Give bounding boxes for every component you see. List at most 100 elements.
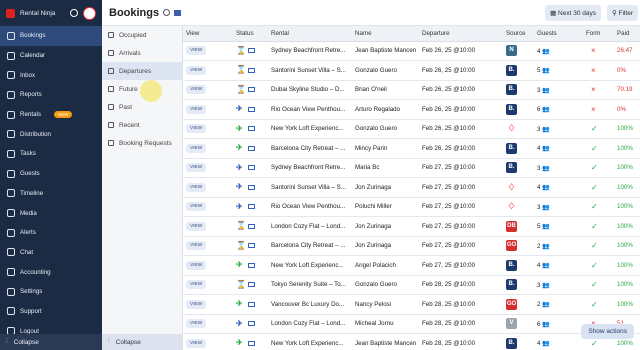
- subnav-item-departures[interactable]: Departures: [102, 62, 182, 80]
- view-button[interactable]: VIEW: [186, 260, 207, 270]
- table-row[interactable]: VIEW ✈ Vancouver Bc Luxury Do... Nancy Pelo…: [183, 294, 640, 315]
- view-button[interactable]: VIEW: [186, 85, 207, 95]
- sidebar-item-accounting[interactable]: Accounting: [0, 262, 102, 282]
- sidebar-item-guests[interactable]: Guests: [0, 164, 102, 184]
- table-row[interactable]: VIEW ✈ Rio Ocean View Penthou... Poluchi Mi…: [183, 197, 640, 217]
- subnav-item-booking-requests[interactable]: Booking Requests: [102, 134, 182, 152]
- status-cell: ⌛: [233, 60, 268, 81]
- mail-icon[interactable]: [248, 301, 255, 307]
- mail-icon[interactable]: [248, 67, 255, 73]
- table-row[interactable]: VIEW ✈ Rio Ocean View Penthou... Arturo Reg…: [183, 99, 640, 120]
- view-button[interactable]: VIEW: [186, 299, 207, 309]
- subnav-item-arrivals[interactable]: Arrivals: [102, 44, 182, 62]
- mail-icon[interactable]: [248, 184, 255, 190]
- view-button[interactable]: VIEW: [186, 202, 207, 212]
- mail-icon[interactable]: [248, 321, 255, 327]
- mail-icon[interactable]: [248, 126, 255, 132]
- sidebar-item-calendar[interactable]: Calendar: [0, 46, 102, 66]
- mail-icon[interactable]: [248, 223, 255, 229]
- view-cell: VIEW: [183, 80, 233, 100]
- avatar[interactable]: [83, 6, 96, 20]
- subnav-collapse-button[interactable]: ⫶ Collapse: [102, 334, 182, 350]
- mail-icon[interactable]: [248, 106, 255, 112]
- table-row[interactable]: VIEW ✈ London Cozy Flat – Lond... Micheal J…: [183, 314, 640, 334]
- show-actions-button[interactable]: Show actions: [581, 324, 634, 339]
- mail-icon[interactable]: [248, 145, 255, 151]
- view-button[interactable]: VIEW: [186, 124, 207, 134]
- status-icons: ✈: [236, 105, 255, 113]
- column-header[interactable]: View: [183, 26, 233, 42]
- sidebar-item-distribution[interactable]: Distribution: [0, 124, 102, 144]
- source-cell: ♢: [503, 119, 534, 139]
- subnav-item-recent[interactable]: Recent: [102, 116, 182, 134]
- sidebar-item-tasks[interactable]: Tasks: [0, 144, 102, 164]
- table-row[interactable]: VIEW ⌛ Santorini Sunset Villa – S... Gonzal…: [183, 60, 640, 81]
- subnav-item-occupied[interactable]: Occupied: [102, 26, 182, 44]
- sidebar-item-rentals[interactable]: Rentals NEW: [0, 105, 102, 125]
- date-range-button[interactable]: ▦ Next 30 days: [545, 4, 601, 21]
- date-range-label: Next 30 days: [558, 9, 596, 17]
- mail-icon[interactable]: [248, 243, 255, 249]
- mail-icon[interactable]: [248, 87, 255, 93]
- table-row[interactable]: VIEW ⌛ Tokyo Serenity Suite – To... Gonzalo…: [183, 275, 640, 295]
- book-icon[interactable]: [174, 9, 182, 16]
- view-button[interactable]: VIEW: [186, 46, 207, 56]
- table-row[interactable]: VIEW ⌛ Barcelona City Retreat – ... Jon Zur…: [183, 236, 640, 256]
- subnav-item-past[interactable]: Past: [102, 98, 182, 116]
- view-button[interactable]: VIEW: [186, 241, 207, 251]
- source-logo: B.: [506, 259, 517, 271]
- table-row[interactable]: VIEW ⌛ Sydney Beachfront Retre... Jean Bapt…: [183, 41, 640, 61]
- column-header[interactable]: Status: [233, 26, 268, 42]
- sidebar-item-support[interactable]: Support: [0, 302, 102, 322]
- source-cell: B.: [503, 333, 534, 350]
- view-button[interactable]: VIEW: [186, 143, 207, 153]
- sidebar-item-alerts[interactable]: Alerts: [0, 223, 102, 243]
- guests-icon: 👥: [540, 47, 550, 55]
- column-header[interactable]: Paid: [614, 26, 640, 42]
- departure-cell: Feb 28, 25 @10:00: [419, 333, 503, 350]
- mail-icon[interactable]: [248, 262, 255, 268]
- view-button[interactable]: VIEW: [186, 221, 207, 231]
- sidebar-item-reports[interactable]: Reports: [0, 85, 102, 105]
- guests-cell: 2 👥: [534, 294, 583, 315]
- mail-icon[interactable]: [248, 282, 255, 288]
- view-button[interactable]: VIEW: [186, 182, 207, 192]
- column-header[interactable]: Form: [583, 26, 614, 42]
- sidebar-item-media[interactable]: Media: [0, 203, 102, 223]
- view-button[interactable]: VIEW: [186, 280, 207, 290]
- view-button[interactable]: VIEW: [186, 338, 207, 348]
- guests-icon: 👥: [540, 262, 550, 270]
- sidebar-item-settings[interactable]: Settings: [0, 282, 102, 302]
- column-header[interactable]: Source: [503, 26, 534, 42]
- sidebar-item-inbox[interactable]: Inbox: [0, 65, 102, 85]
- mail-icon[interactable]: [248, 340, 255, 346]
- help-icon[interactable]: [163, 9, 171, 16]
- view-button[interactable]: VIEW: [186, 319, 207, 329]
- sidebar-item-chat[interactable]: Chat: [0, 243, 102, 263]
- table-row[interactable]: VIEW ⌛ London Cozy Flat – Lond... Jon Zurin…: [183, 216, 640, 237]
- paid-cell: 26.47: [614, 41, 640, 61]
- view-button[interactable]: VIEW: [186, 163, 207, 173]
- table-row[interactable]: VIEW ✈ Santorini Sunset Villa – S... Jon Zu…: [183, 177, 640, 198]
- rental-cell: Vancouver Bc Luxury Do...: [268, 294, 352, 315]
- filter-button[interactable]: ⚲ Filter: [606, 4, 638, 21]
- view-button[interactable]: VIEW: [186, 104, 207, 114]
- mail-icon[interactable]: [248, 48, 255, 54]
- column-header[interactable]: Rental: [268, 26, 352, 42]
- search-icon[interactable]: [70, 9, 78, 17]
- table-row[interactable]: VIEW ✈ Barcelona City Retreat – ... Mincy P…: [183, 138, 640, 159]
- mail-icon[interactable]: [248, 165, 255, 171]
- sidebar-item-timeline[interactable]: Timeline: [0, 184, 102, 204]
- view-button[interactable]: VIEW: [186, 65, 207, 75]
- column-header[interactable]: Name: [352, 26, 419, 42]
- table-row[interactable]: VIEW ✈ Sydney Beachfront Retre... Maria Bc F…: [183, 158, 640, 178]
- sidebar-collapse-button[interactable]: ⫶ Collapse: [0, 334, 102, 350]
- table-row[interactable]: VIEW ✈ New York Loft Experienc... Angel Pol…: [183, 255, 640, 276]
- table-row[interactable]: VIEW ✈ New York Loft Experienc... Jean Bapt…: [183, 333, 640, 350]
- column-header[interactable]: Guests: [534, 26, 583, 42]
- column-header[interactable]: Departure: [419, 26, 503, 42]
- table-row[interactable]: VIEW ⌛ Dubai Skyline Studio – D... Brian O'…: [183, 80, 640, 100]
- table-row[interactable]: VIEW ✈ New York Loft Experienc... Gonzalo G…: [183, 119, 640, 139]
- mail-icon[interactable]: [248, 204, 255, 210]
- sidebar-item-bookings[interactable]: Bookings: [0, 26, 102, 46]
